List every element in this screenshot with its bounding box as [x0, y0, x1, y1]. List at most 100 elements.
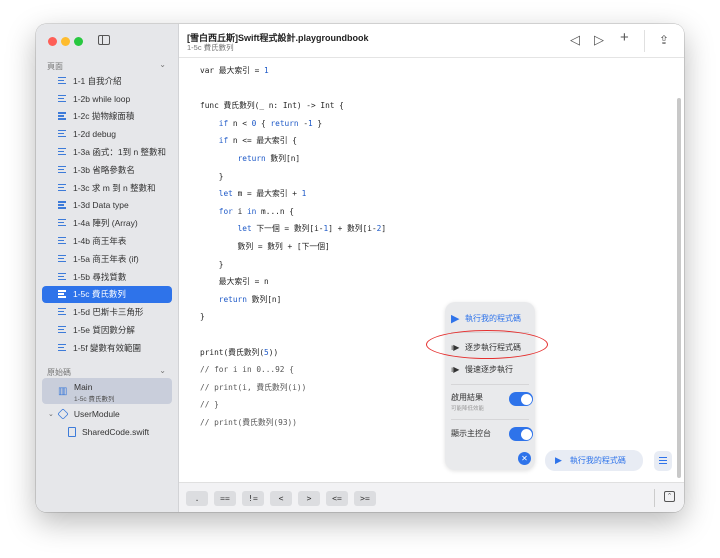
shortcut-key[interactable]: <= [326, 491, 348, 506]
sidebar-page-item[interactable]: 1-3c 求 m 到 n 整數和 [42, 179, 172, 197]
sidebar-page-item[interactable]: 1-5f 變數有效範圍 [42, 339, 172, 357]
source-section-header: 原始碼 [47, 368, 71, 377]
minimize-window-button[interactable] [61, 37, 70, 46]
code-line[interactable]: return 數列[n] [200, 150, 386, 168]
sidebar-page-item[interactable]: 1-5d 巴斯卡三角形 [42, 303, 172, 321]
sidebar-page-label: 1-4b 商王年表 [73, 236, 127, 247]
run-my-code-button[interactable]: ▶ 執行我的程式碼 [545, 450, 643, 471]
code-line[interactable] [200, 80, 386, 98]
sidebar-page-item[interactable]: 1-5a 商王年表 (if) [42, 250, 172, 268]
code-token: if [218, 136, 229, 146]
enable-results-toggle[interactable] [509, 392, 533, 406]
sidebar: 頁面 ⌄ 1-1 自我介紹 1-2b while loop 1-2c 拋物線面積 1-… [36, 24, 179, 512]
code-line[interactable]: // print(i, 費氏數列(i)) [200, 379, 386, 397]
code-line[interactable]: } [200, 256, 386, 274]
code-token: if [218, 118, 229, 128]
share-icon[interactable]: ⇪ [659, 32, 669, 48]
chevron-down-icon[interactable]: ⌄ [159, 366, 166, 375]
code-editor[interactable]: var 最大索引 = 1 func 費氏數列(_ n: Int) -> Int … [179, 58, 684, 482]
shortcut-key[interactable]: != [242, 491, 264, 506]
code-token: 1 [301, 189, 307, 199]
sidebar-page-item[interactable]: 1-2c 拋物線面積 [42, 108, 172, 126]
code-token: i [232, 206, 247, 216]
keyboard-icon[interactable]: ⌃ [664, 491, 675, 502]
code-line[interactable] [200, 326, 386, 344]
window-subtitle: 1-5c 費氏數列 [187, 43, 234, 52]
code-token: return [237, 153, 266, 163]
shortcut-key[interactable]: >= [354, 491, 376, 506]
toolbar-divider [644, 30, 645, 52]
sidebar-page-item[interactable]: 1-3a 函式：1到 n 整數和 [42, 143, 172, 161]
code-token: m...n { [256, 206, 294, 216]
sidebar-page-item[interactable]: 1-5e 質因數分解 [42, 321, 172, 339]
code-line[interactable]: print(費氏數列(5)) [200, 344, 386, 362]
code-token: return [218, 294, 247, 304]
code-line[interactable]: return 數列[n] [200, 291, 386, 309]
code-line[interactable]: // } [200, 396, 386, 414]
sidebar-page-item[interactable]: 1-1 自我介紹 [42, 72, 172, 90]
source-item-main[interactable]: ▥ Main 1-5c 費氏數列 [42, 378, 172, 404]
code-line[interactable]: var 最大索引 = 1 [200, 62, 386, 80]
source-item-usermodule[interactable]: ⌄ UserModule [48, 408, 120, 420]
documentation-icon[interactable] [654, 451, 672, 471]
sidebar-page-item[interactable]: 1-4a 陣列 (Array) [42, 214, 172, 232]
code-token: in [246, 206, 257, 216]
sidebar-toggle-icon[interactable] [98, 35, 110, 45]
sidebar-page-item[interactable]: 1-4b 商王年表 [42, 232, 172, 250]
sidebar-page-item[interactable]: 1-2d debug [42, 125, 172, 143]
sidebar-page-label: 1-3d Data type [73, 200, 129, 211]
code-token: } [200, 312, 205, 322]
code-token: 數列[n] [246, 294, 282, 304]
code-token: n < [228, 118, 252, 128]
code-line[interactable]: } [200, 308, 386, 326]
code-line[interactable]: let 下一個 = 數列[i-1] + 數列[i-2] [200, 220, 387, 238]
code-line[interactable]: let m = 最大索引 + 1 [200, 185, 386, 203]
close-popover-icon[interactable]: ✕ [518, 452, 531, 465]
code-line[interactable]: for i in m...n { [200, 203, 386, 221]
code-line[interactable]: } [200, 168, 386, 186]
code-line[interactable]: // for i in 0...92 { [200, 361, 386, 379]
sidebar-page-item[interactable]: 1-5b 尋找質數 [42, 268, 172, 286]
chevron-down-icon[interactable]: ⌄ [48, 410, 54, 418]
page-icon [58, 130, 67, 138]
next-page-icon[interactable]: ▷ [594, 32, 604, 48]
source-item-sharedcode[interactable]: SharedCode.swift [68, 427, 149, 437]
close-window-button[interactable] [48, 37, 57, 46]
sidebar-page-item[interactable]: 1-2b while loop [42, 90, 172, 108]
code-token: ] + 數列[i- [328, 224, 377, 234]
code-line[interactable]: // print(費氏數列(93)) [200, 414, 386, 432]
shortcut-key[interactable]: == [214, 491, 236, 506]
code-line[interactable]: if n < 0 { return -1 } [200, 115, 386, 133]
swift-file-icon [68, 427, 76, 437]
sidebar-page-item[interactable]: 1-5c 費氏數列 [42, 285, 172, 304]
previous-page-icon[interactable]: ◁ [570, 32, 580, 48]
sidebar-page-item[interactable]: 1-3b 省略參數名 [42, 161, 172, 179]
page-icon [58, 326, 67, 334]
shortcut-key[interactable]: > [298, 491, 320, 506]
add-icon[interactable]: + [620, 30, 629, 46]
popover-run-my-code[interactable]: ▶ 執行我的程式碼 [451, 312, 521, 325]
code-token: n <= 最大索引 { [228, 136, 297, 146]
sidebar-page-label: 1-2b while loop [73, 93, 131, 104]
vertical-scrollbar[interactable] [677, 98, 681, 478]
source-item-sharedcode-label: SharedCode.swift [82, 427, 150, 437]
page-icon [58, 219, 67, 227]
zoom-window-button[interactable] [74, 37, 83, 46]
run-my-code-label: 執行我的程式碼 [569, 456, 626, 465]
shortcut-key[interactable]: < [270, 491, 292, 506]
sidebar-page-item[interactable]: 1-3d Data type [42, 197, 172, 215]
code-line[interactable]: func 費氏數列(_ n: Int) -> Int { [200, 97, 386, 115]
shortcut-key[interactable]: . [186, 491, 208, 506]
source-item-main-label: Main [74, 382, 93, 392]
chevron-down-icon[interactable]: ⌄ [159, 60, 166, 69]
sidebar-page-label: 1-3b 省略參數名 [73, 164, 135, 175]
code-area[interactable]: var 最大索引 = 1 func 費氏數列(_ n: Int) -> Int … [200, 62, 386, 431]
popover-step-slowly[interactable]: ı▶ 慢速逐步執行 [451, 364, 513, 375]
code-line[interactable]: 最大索引 = n [200, 273, 386, 291]
show-console-toggle[interactable] [509, 427, 533, 441]
code-line[interactable]: 數列 = 數列 + [下一個] [200, 238, 386, 256]
code-line[interactable]: if n <= 最大索引 { [200, 132, 386, 150]
